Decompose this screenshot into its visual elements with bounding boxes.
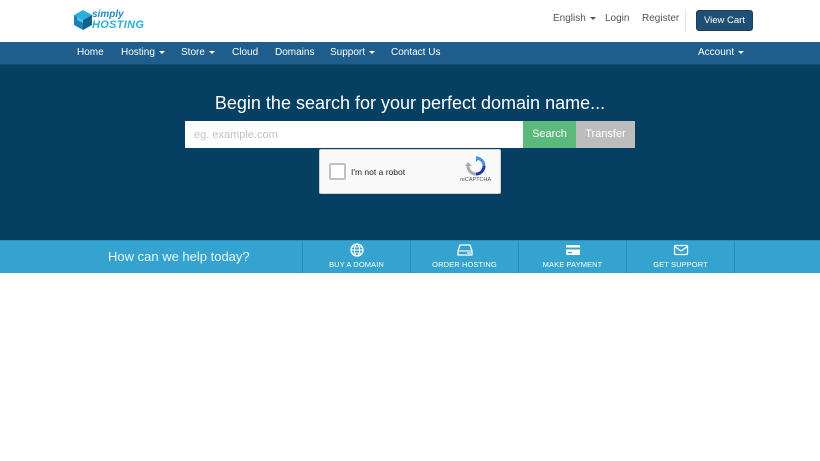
globe-icon — [349, 243, 364, 257]
transfer-button[interactable]: Transfer — [576, 121, 635, 148]
credit-card-icon — [565, 245, 580, 255]
caret-down-icon — [208, 50, 215, 54]
recaptcha-label: I'm not a robot — [351, 167, 406, 177]
domain-search-input[interactable] — [185, 121, 523, 148]
nav-item-domains[interactable]: Domains — [275, 42, 314, 65]
envelope-icon — [673, 244, 688, 256]
hero-title: Begin the search for your perfect domain… — [214, 93, 606, 113]
help-button-label: MAKE PAYMENT — [542, 260, 603, 269]
help-bar: How can we help today? BUY A DOMAIN ORDE… — [0, 240, 820, 273]
nav-item-label: Cloud — [232, 47, 259, 58]
view-cart-button[interactable]: View Cart — [696, 10, 753, 31]
brand-logo[interactable]: simply HOSTING — [72, 9, 162, 33]
help-button-label: BUY A DOMAIN — [329, 260, 384, 269]
logo-cube-icon — [74, 10, 92, 30]
help-button-label: ORDER HOSTING — [432, 260, 497, 269]
buy-a-domain-button[interactable]: BUY A DOMAIN — [302, 241, 410, 273]
recaptcha-checkbox[interactable] — [329, 163, 346, 180]
nav-item-label: Domains — [275, 47, 315, 58]
nav-item-hosting[interactable]: Hosting — [121, 42, 165, 65]
language-dropdown[interactable]: English — [553, 13, 596, 24]
login-label: Login — [605, 13, 630, 24]
help-prompt: How can we help today? — [108, 249, 250, 264]
nav-item-store[interactable]: Store — [181, 42, 215, 65]
nav-item-label: Contact Us — [391, 47, 441, 58]
order-hosting-button[interactable]: ORDER HOSTING — [410, 241, 518, 273]
help-bar-divider — [734, 241, 735, 273]
logo-wordmark: simply HOSTING — [92, 10, 145, 31]
help-button-label: GET SUPPORT — [653, 260, 708, 269]
domain-search-hero: Begin the search for your perfect domain… — [0, 65, 820, 240]
recaptcha-widget: I'm not a robot reCAPTCHA — [319, 149, 501, 194]
recaptcha-icon — [465, 156, 486, 176]
language-label: English — [553, 13, 586, 24]
nav-item-label: Store — [181, 47, 205, 58]
nav-item-support[interactable]: Support — [330, 42, 376, 65]
nav-item-label: Account — [698, 47, 735, 58]
top-header: simply HOSTING English Login Register Vi… — [0, 0, 820, 42]
nav-item-contact-us[interactable]: Contact Us — [391, 42, 440, 65]
nav-item-label: Support — [330, 47, 366, 58]
recaptcha-brand: reCAPTCHA — [460, 177, 492, 183]
login-link[interactable]: Login — [605, 13, 629, 24]
nav-item-account[interactable]: Account — [698, 42, 745, 65]
nav-item-home[interactable]: Home — [77, 42, 104, 65]
caret-down-icon — [158, 50, 165, 54]
make-payment-button[interactable]: MAKE PAYMENT — [518, 241, 626, 273]
server-icon — [456, 244, 473, 256]
get-support-button[interactable]: GET SUPPORT — [626, 241, 734, 273]
nav-item-label: Hosting — [121, 47, 155, 58]
nav-item-label: Home — [77, 47, 104, 58]
main-navbar: Home Hosting Store Cloud Domains Support… — [0, 42, 820, 65]
register-label: Register — [642, 13, 680, 24]
search-button[interactable]: Search — [523, 121, 576, 148]
nav-item-cloud[interactable]: Cloud — [232, 42, 258, 65]
caret-down-icon — [738, 50, 745, 54]
logo-word-hosting: HOSTING — [92, 19, 145, 31]
register-link[interactable]: Register — [642, 13, 679, 24]
caret-down-icon — [589, 16, 596, 20]
caret-down-icon — [369, 50, 376, 54]
header-divider — [685, 10, 686, 32]
